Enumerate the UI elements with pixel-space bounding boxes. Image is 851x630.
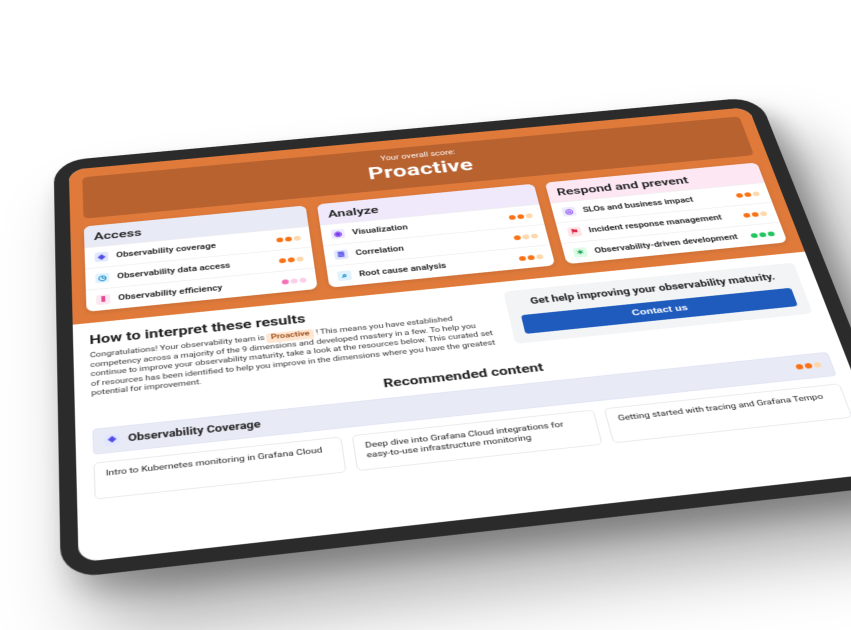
dimension-icon: ⌕ [337, 270, 352, 281]
score-dot [508, 215, 516, 220]
dimension-icon: ≣ [334, 249, 349, 260]
dimension-icon: ◎ [561, 206, 577, 216]
score-dot [281, 279, 289, 285]
score-dot [743, 212, 751, 217]
score-dot [522, 234, 530, 239]
score-dot [296, 256, 303, 261]
score-dot [750, 233, 758, 238]
score-dot [759, 232, 767, 237]
dimension-column: Access◈Observability coverage◷Observabil… [84, 205, 318, 311]
score-dots [735, 191, 760, 198]
dimension-icon: ◉ [330, 229, 345, 240]
score-dots [508, 213, 533, 220]
score-dot [804, 363, 813, 369]
score-dot [518, 255, 526, 260]
score-dot [288, 257, 295, 262]
score-dot [290, 278, 298, 284]
score-dot [536, 254, 544, 259]
dimension-column: Respond and prevent◎SLOs and business im… [545, 162, 788, 264]
score-dots [279, 256, 304, 263]
score-dot [744, 192, 752, 197]
dimension-icon: ✶ [572, 247, 588, 258]
score-dots [281, 277, 306, 284]
score-dots [795, 362, 822, 370]
dimension-column: Analyze◉Visualization≣Correlation⌕Root c… [317, 184, 555, 288]
score-dot [527, 255, 535, 260]
score-dot [285, 236, 292, 241]
score-dot [735, 193, 743, 198]
score-dot [276, 237, 283, 242]
score-dot [759, 211, 767, 216]
score-dot [767, 231, 775, 236]
score-dot [813, 362, 822, 368]
score-dot [299, 277, 307, 283]
score-dot [795, 364, 804, 370]
score-dot [279, 258, 286, 263]
score-dot [752, 191, 760, 196]
score-dots [743, 211, 768, 218]
score-dot [525, 213, 533, 218]
score-dots [750, 231, 775, 238]
score-dot [517, 214, 525, 219]
score-dot [751, 212, 759, 217]
score-dots [276, 235, 301, 242]
screen: Your overall score: Proactive Access◈Obs… [69, 107, 851, 562]
score-dot [530, 233, 538, 238]
dimension-icon: ◷ [95, 272, 109, 283]
score-dots [518, 254, 543, 261]
dimension-icon: ⫴ [96, 294, 110, 305]
score-dot [513, 235, 521, 240]
dimension-icon: ◈ [94, 251, 108, 262]
dimension-icon: ⚑ [567, 227, 583, 238]
score-dot [293, 235, 300, 240]
score-dots [513, 233, 538, 240]
tablet-frame: Your overall score: Proactive Access◈Obs… [54, 97, 851, 579]
recommended-section-icon: ◈ [104, 433, 119, 446]
